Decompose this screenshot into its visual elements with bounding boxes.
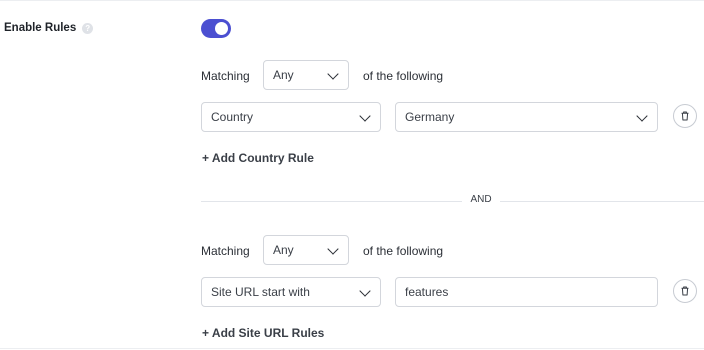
toggle-knob — [215, 22, 228, 35]
enable-rules-text: Enable Rules — [4, 22, 77, 34]
of-the-following-label: of the following — [363, 244, 444, 258]
separator-line-right — [500, 201, 704, 202]
trash-icon — [681, 111, 689, 121]
rule-field-select[interactable]: Country — [201, 102, 381, 132]
delete-rule-button[interactable] — [673, 279, 697, 303]
enable-rules-label: Enable Rules ? — [4, 22, 94, 34]
matching-select[interactable]: Any — [263, 60, 349, 90]
chevron-down-icon — [359, 110, 371, 122]
rule-value-input[interactable] — [395, 277, 658, 307]
matching-select-value: Any — [273, 68, 294, 82]
add-country-rule-button[interactable]: + Add Country Rule — [202, 151, 314, 165]
rule-field-value: Site URL start with — [211, 285, 310, 299]
question-circle-icon[interactable]: ? — [82, 22, 94, 34]
chevron-down-icon — [359, 285, 371, 297]
chevron-down-icon — [636, 110, 648, 122]
matching-select[interactable]: Any — [263, 235, 349, 265]
of-the-following-label: of the following — [363, 69, 444, 83]
separator-line-left — [201, 201, 462, 202]
matching-select-value: Any — [273, 243, 294, 257]
chevron-down-icon — [327, 243, 339, 255]
matching-label: Matching — [201, 69, 250, 83]
and-separator-label: AND — [470, 194, 492, 205]
delete-rule-button[interactable] — [673, 104, 697, 128]
rule-field-select[interactable]: Site URL start with — [201, 277, 381, 307]
matching-label: Matching — [201, 244, 250, 258]
rule-field-value: Country — [211, 110, 254, 124]
chevron-down-icon — [327, 68, 339, 80]
add-site-url-rule-button[interactable]: + Add Site URL Rules — [202, 326, 324, 340]
rule-value-select[interactable]: Germany — [395, 102, 658, 132]
rule-value-value: Germany — [405, 110, 455, 124]
enable-rules-toggle[interactable] — [201, 19, 231, 38]
bottom-divider — [0, 348, 704, 349]
trash-icon — [681, 286, 689, 296]
top-divider — [0, 0, 704, 1]
